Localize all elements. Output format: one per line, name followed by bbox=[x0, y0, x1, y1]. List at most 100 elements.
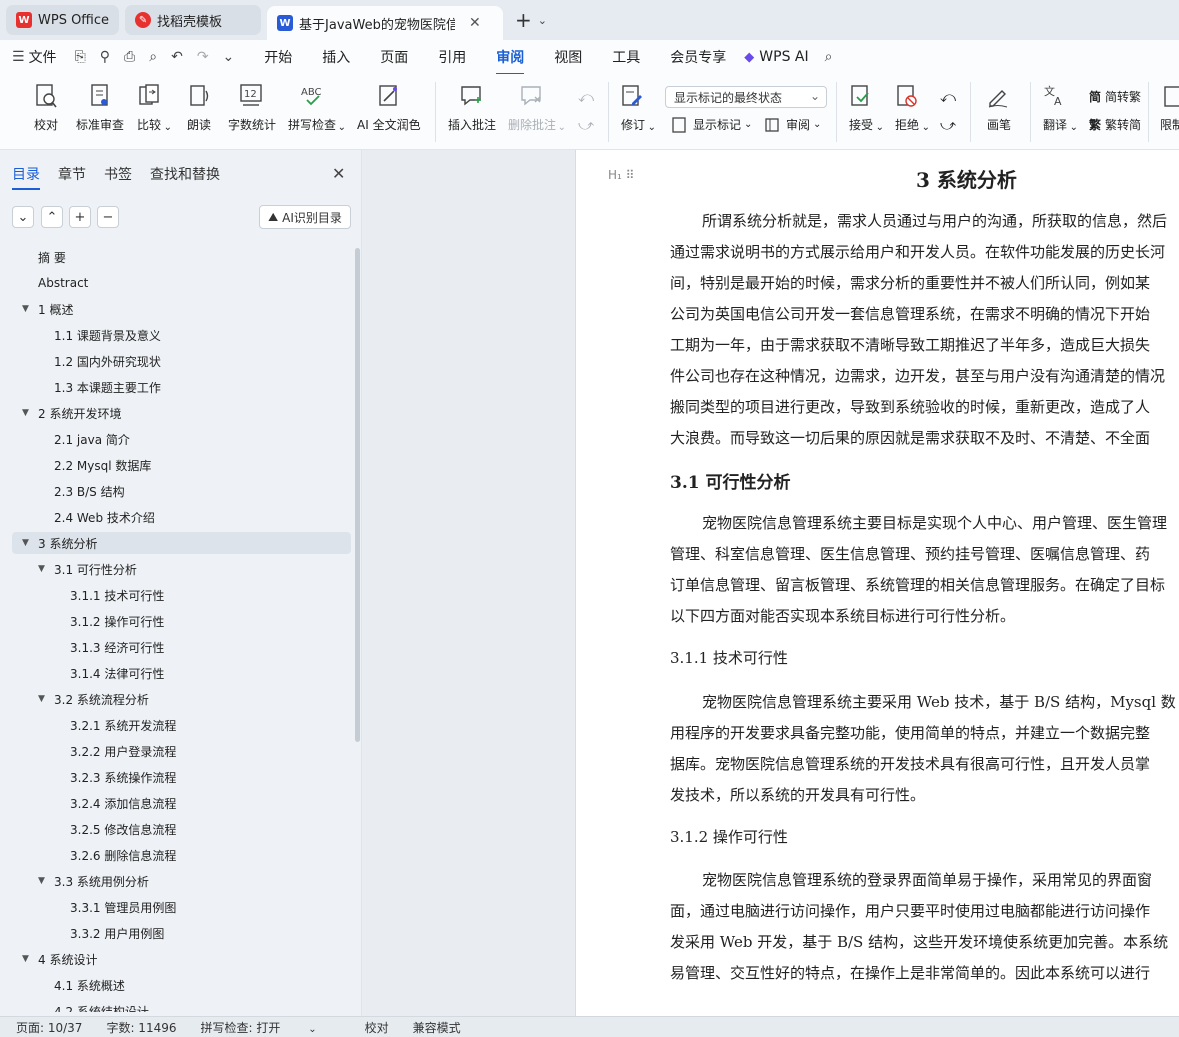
collapse-up-button[interactable]: ⌃ bbox=[41, 206, 63, 228]
toc-item[interactable]: ▼ 4 系统设计 bbox=[22, 948, 322, 970]
toc-item[interactable]: 3.1.2 操作可行性 bbox=[54, 610, 352, 632]
toc-item[interactable]: 3.2.4 添加信息流程 bbox=[54, 792, 352, 814]
toggle-arrow-icon[interactable]: ▼ bbox=[38, 876, 54, 886]
toc-item[interactable]: ▼ 2 系统开发环境 bbox=[22, 402, 322, 424]
proofread-button[interactable]: 校对 bbox=[33, 82, 59, 133]
add-heading-button[interactable]: + bbox=[69, 206, 91, 228]
standard-review-button[interactable]: 标准审查 bbox=[76, 82, 124, 133]
toc-item[interactable]: 4.2 系统结构设计 bbox=[38, 1000, 338, 1013]
menu-view[interactable]: 视图 bbox=[554, 47, 582, 67]
show-markup-button[interactable]: 显示标记 ⌄ bbox=[672, 116, 752, 133]
toc-item[interactable]: 3.2.6 删除信息流程 bbox=[54, 844, 352, 866]
word-count[interactable]: 字数: 11496 bbox=[106, 1019, 176, 1036]
toc-item[interactable]: ▼ 3 系统分析 bbox=[12, 532, 351, 554]
compare-button[interactable]: 比较 ⌄ bbox=[136, 82, 172, 133]
toc-item[interactable]: 摘 要 bbox=[22, 246, 322, 268]
redo-icon[interactable]: ↷ bbox=[197, 49, 209, 65]
menu-member[interactable]: 会员专享 bbox=[670, 47, 726, 67]
save-icon[interactable]: ⎘ bbox=[75, 49, 86, 65]
close-icon[interactable]: ✕ bbox=[332, 164, 345, 183]
toggle-arrow-icon[interactable]: ▼ bbox=[22, 538, 38, 548]
delete-comment-button[interactable]: 删除批注 ⌄ bbox=[508, 82, 566, 133]
tab-docer[interactable]: ✎ 找稻壳模板 bbox=[125, 5, 262, 35]
toggle-arrow-icon[interactable]: ▼ bbox=[22, 304, 38, 314]
toc-item[interactable]: 3.2.1 系统开发流程 bbox=[54, 714, 352, 736]
toc-item[interactable]: 3.1.1 技术可行性 bbox=[54, 584, 352, 606]
pen-button[interactable]: 画笔 bbox=[986, 82, 1012, 133]
toc-item[interactable]: 1.2 国内外研究现状 bbox=[38, 350, 338, 372]
toc-item[interactable]: 3.2.2 用户登录流程 bbox=[54, 740, 352, 762]
toc-item[interactable]: 2.4 Web 技术介绍 bbox=[38, 506, 338, 528]
expand-down-button[interactable]: ⌄ bbox=[12, 206, 34, 228]
tab-bookmarks[interactable]: 书签 bbox=[104, 164, 132, 184]
toc-item[interactable]: 4.1 系统概述 bbox=[38, 974, 338, 996]
toc-item[interactable]: 2.3 B/S 结构 bbox=[38, 480, 338, 502]
tab-wps-office[interactable]: W WPS Office bbox=[6, 5, 120, 35]
menu-start[interactable]: 开始 bbox=[264, 47, 292, 67]
tab-toc[interactable]: 目录 bbox=[12, 164, 40, 190]
review-pane-button[interactable]: 审阅 ⌄ bbox=[765, 116, 821, 133]
print-preview-icon[interactable]: ⌕ bbox=[149, 49, 157, 65]
search-icon[interactable]: ⌕ bbox=[825, 49, 833, 65]
document-page[interactable]: H₁ ⠿ 3 系统分析 所谓系统分析就是，需求人员通过与用户的沟通，所获取的信息… bbox=[575, 150, 1179, 1016]
remove-heading-button[interactable]: − bbox=[97, 206, 119, 228]
toc-item[interactable]: ▼ 3.3 系统用例分析 bbox=[38, 870, 338, 892]
close-icon[interactable]: ✕ bbox=[469, 15, 481, 31]
toc-item[interactable]: 1.3 本课题主要工作 bbox=[38, 376, 338, 398]
prev-comment-icon[interactable]: ⤺ bbox=[578, 88, 594, 106]
tab-document[interactable]: W 基于JavaWeb的宠物医院信息 ✕ bbox=[267, 6, 504, 40]
menu-wps-ai[interactable]: WPS AI bbox=[759, 49, 808, 65]
tab-find-replace[interactable]: 查找和替换 bbox=[150, 164, 220, 184]
toc-item[interactable]: ▼ 3.1 可行性分析 bbox=[38, 558, 338, 580]
menu-tools[interactable]: 工具 bbox=[612, 47, 640, 67]
toc-item[interactable]: 2.1 java 简介 bbox=[38, 428, 338, 450]
toc-item[interactable]: 1.1 课题背景及意义 bbox=[38, 324, 338, 346]
next-comment-icon[interactable]: ⤻ bbox=[578, 116, 594, 134]
toc-item[interactable]: Abstract bbox=[22, 272, 322, 294]
track-changes-button[interactable]: 修订 ⌄ bbox=[620, 82, 656, 133]
toggle-arrow-icon[interactable]: ▼ bbox=[38, 694, 54, 704]
menu-file[interactable]: 文件 bbox=[29, 47, 57, 67]
menu-reference[interactable]: 引用 bbox=[438, 47, 466, 67]
prev-change-icon[interactable]: ⤺ bbox=[940, 88, 956, 106]
toc-item[interactable]: 2.2 Mysql 数据库 bbox=[38, 454, 338, 476]
print-icon[interactable]: ⎙ bbox=[124, 49, 135, 65]
toggle-arrow-icon[interactable]: ▼ bbox=[22, 408, 38, 418]
hamburger-icon[interactable]: ☰ bbox=[12, 49, 25, 65]
ai-polish-button[interactable]: AI 全文润色 bbox=[357, 82, 421, 133]
toc-item[interactable]: ▼ 1 概述 bbox=[22, 298, 322, 320]
restrict-button[interactable]: 限制 bbox=[1160, 82, 1179, 133]
toc-item[interactable]: 3.1.3 经济可行性 bbox=[54, 636, 352, 658]
menu-review[interactable]: 审阅 bbox=[496, 47, 525, 75]
toc-item[interactable]: 3.3.2 用户用例图 bbox=[54, 922, 352, 944]
toc-item[interactable]: 3.3.1 管理员用例图 bbox=[54, 896, 352, 918]
markup-mode-select[interactable]: 显示标记的最终状态 ⌄ bbox=[665, 86, 827, 108]
read-aloud-button[interactable]: 朗读 bbox=[186, 82, 212, 133]
accept-button[interactable]: 接受 ⌄ bbox=[848, 82, 884, 133]
chevron-down-icon[interactable]: ⌄ bbox=[538, 14, 547, 27]
page-indicator[interactable]: 页面: 10/37 bbox=[16, 1019, 82, 1036]
tab-chapters[interactable]: 章节 bbox=[58, 164, 86, 184]
toc-scrollbar[interactable] bbox=[355, 248, 360, 742]
simplified-to-traditional-button[interactable]: 简简转繁 bbox=[1089, 88, 1141, 105]
toggle-arrow-icon[interactable]: ▼ bbox=[22, 954, 38, 964]
insert-comment-button[interactable]: 插入批注 bbox=[448, 82, 496, 133]
more-chevron-icon[interactable]: ⌄ bbox=[223, 49, 235, 65]
reject-button[interactable]: 拒绝 ⌄ bbox=[894, 82, 930, 133]
toggle-arrow-icon[interactable]: ▼ bbox=[38, 564, 54, 574]
translate-button[interactable]: 文 A 翻译 ⌄ bbox=[1042, 82, 1078, 133]
share-icon[interactable]: ⚲ bbox=[100, 49, 110, 65]
ai-toc-button[interactable]: ⛰ AI识别目录 bbox=[259, 205, 351, 229]
toc-item[interactable]: 3.2.5 修改信息流程 bbox=[54, 818, 352, 840]
next-change-icon[interactable]: ⤻ bbox=[940, 116, 956, 134]
undo-icon[interactable]: ↶ bbox=[171, 49, 183, 65]
word-count-button[interactable]: 12 字数统计 bbox=[228, 82, 276, 133]
toc-item[interactable]: 3.1.4 法律可行性 bbox=[54, 662, 352, 684]
toc-item[interactable]: 3.2.3 系统操作流程 bbox=[54, 766, 352, 788]
menu-insert[interactable]: 插入 bbox=[322, 47, 350, 67]
spell-check-status[interactable]: 拼写检查: 打开 ⌄ bbox=[201, 1019, 341, 1036]
menu-page[interactable]: 页面 bbox=[380, 47, 408, 67]
heading-handle-icon[interactable]: H₁ ⠿ bbox=[608, 168, 634, 182]
proofread-status[interactable]: 校对 bbox=[365, 1019, 389, 1036]
traditional-to-simplified-button[interactable]: 繁繁转简 bbox=[1089, 116, 1141, 133]
